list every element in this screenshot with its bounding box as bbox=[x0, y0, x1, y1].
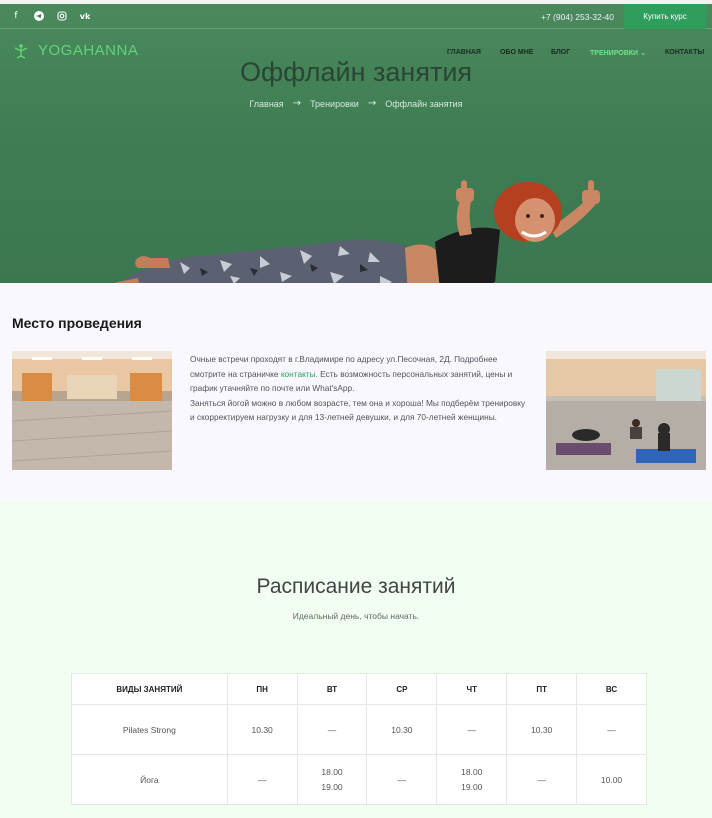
table-header-row: ВИДЫ ЗАНЯТИЙ ПН ВТ СР ЧТ ПТ ВС bbox=[71, 673, 647, 705]
phone-number[interactable]: +7 (904) 253-32-40 bbox=[541, 12, 614, 22]
col-header-tue: ВТ bbox=[296, 673, 368, 705]
schedule-table: ВИДЫ ЗАНЯТИЙ ПН ВТ СР ЧТ ПТ ВС Pilates S… bbox=[71, 673, 647, 805]
arrow-right-icon: → bbox=[367, 98, 377, 109]
nav-item-home[interactable]: ГЛАВНАЯ bbox=[447, 49, 481, 56]
venue-title: Место проведения bbox=[12, 315, 142, 331]
table-row: Йога — 18.00 19.00 — 18.00 19.00 — 10.00 bbox=[71, 754, 647, 805]
schedule-title: Расписание занятий bbox=[256, 575, 456, 598]
page-title: Оффлайн занятия bbox=[239, 57, 473, 87]
time-value: 19.00 bbox=[461, 781, 483, 792]
class-in-progress-photo bbox=[546, 351, 706, 470]
class-name: Pilates Strong bbox=[71, 704, 228, 755]
buy-course-button[interactable]: Купить курс bbox=[624, 4, 706, 29]
top-bar: f vk +7 (904) 253-32-40 Купить курс bbox=[0, 4, 712, 29]
time-cell: 18.00 19.00 bbox=[436, 754, 508, 805]
time-cell: — bbox=[366, 754, 438, 805]
col-header-type: ВИДЫ ЗАНЯТИЙ bbox=[71, 673, 228, 705]
venue-description: Очные встречи проходят в г.Владимире по … bbox=[190, 352, 530, 425]
nav-item-blog[interactable]: БЛОГ bbox=[551, 49, 570, 56]
col-header-thu: ЧТ bbox=[436, 673, 508, 705]
breadcrumb-home[interactable]: Главная bbox=[249, 99, 283, 109]
col-header-sun: ВС bbox=[576, 673, 647, 705]
time-cell: — bbox=[226, 754, 298, 805]
nav-item-about[interactable]: ОБО МНЕ bbox=[500, 49, 533, 56]
venue-text-3: Заняться йогой можно в любом возрасте, т… bbox=[190, 397, 526, 423]
col-header-wed: СР bbox=[366, 673, 438, 705]
time-cell: — bbox=[296, 704, 368, 755]
telegram-icon[interactable] bbox=[34, 10, 44, 22]
table-row: Pilates Strong 10.30 — 10.30 — 10.30 — bbox=[71, 704, 647, 755]
col-header-fri: ПТ bbox=[506, 673, 578, 705]
breadcrumb: Главная → Тренировки → Оффлайн занятия bbox=[0, 98, 712, 109]
time-cell: 10.30 bbox=[226, 704, 298, 755]
facebook-icon[interactable]: f bbox=[11, 10, 21, 22]
time-value: 19.00 bbox=[321, 781, 343, 792]
breadcrumb-trainings[interactable]: Тренировки bbox=[310, 99, 359, 109]
time-cell: — bbox=[576, 704, 647, 755]
venue-section: Место проведения Очные встречи проходят … bbox=[0, 283, 712, 501]
breadcrumb-current: Оффлайн занятия bbox=[385, 98, 463, 109]
time-cell: — bbox=[436, 704, 508, 755]
schedule-subtitle: Идеальный день, чтобы начать. bbox=[292, 611, 420, 621]
nav-item-trainings[interactable]: ТРЕНИРОВКИ ⌄ bbox=[590, 49, 646, 57]
social-links: f vk bbox=[11, 10, 90, 22]
time-cell: 10.00 bbox=[576, 754, 647, 805]
time-cell: 10.30 bbox=[506, 704, 578, 755]
instagram-icon[interactable] bbox=[57, 10, 67, 22]
schedule-section: Расписание занятий Идеальный день, чтобы… bbox=[0, 501, 712, 818]
arrow-right-icon: → bbox=[292, 98, 302, 109]
studio-hall-photo bbox=[12, 351, 172, 470]
time-cell: 18.00 19.00 bbox=[296, 754, 368, 805]
col-header-mon: ПН bbox=[226, 673, 298, 705]
time-value: 18.00 bbox=[321, 766, 343, 777]
time-cell: 10.30 bbox=[366, 704, 438, 755]
time-value: 18.00 bbox=[461, 766, 483, 777]
time-cell: — bbox=[506, 754, 578, 805]
contacts-link[interactable]: контакты bbox=[281, 369, 316, 379]
nav-item-contacts[interactable]: КОНТАКТЫ bbox=[665, 49, 704, 56]
vk-icon[interactable]: vk bbox=[80, 10, 91, 22]
class-name: Йога bbox=[71, 754, 228, 805]
